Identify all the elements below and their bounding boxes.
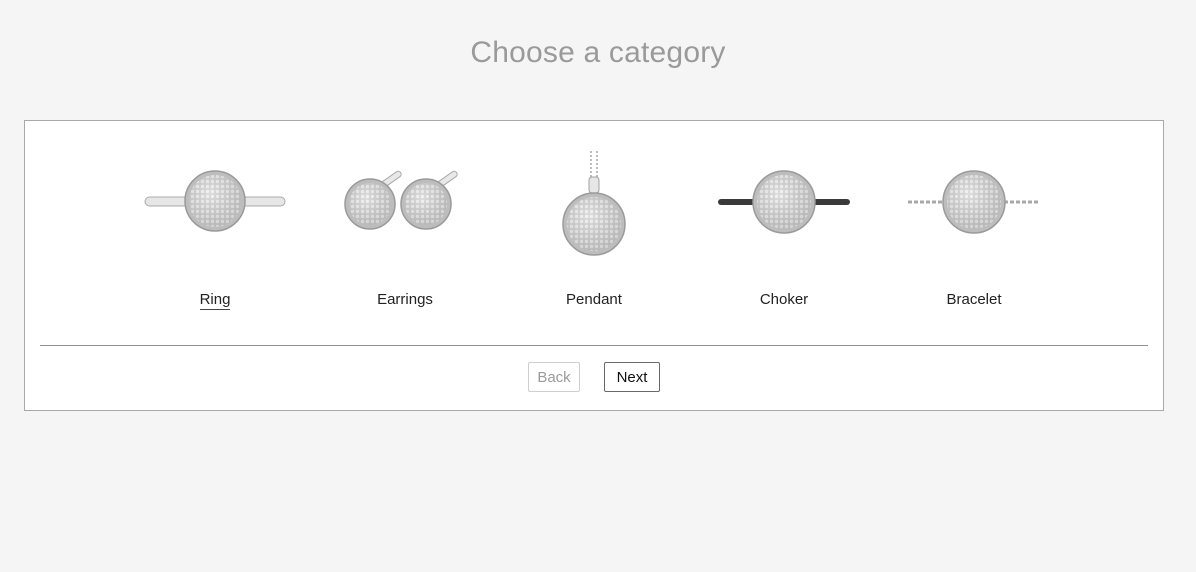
category-pendant[interactable]: Pendant: [514, 149, 674, 309]
category-panel: Ring Earrings Pendant Choker Bracelet Ba…: [24, 120, 1164, 411]
earrings-icon: [344, 170, 458, 230]
page: Choose a category Ring Earrings Pendant …: [0, 0, 1196, 572]
category-earrings[interactable]: Earrings: [325, 149, 485, 309]
page-title: Choose a category: [470, 36, 726, 69]
choker-icon: [718, 170, 850, 234]
divider: [40, 345, 1148, 346]
category-choker[interactable]: Choker: [704, 149, 864, 309]
pendant-icon: [562, 151, 626, 256]
ring-icon: [144, 170, 286, 232]
next-button[interactable]: Next: [604, 362, 660, 392]
category-label-choker: Choker: [759, 291, 809, 308]
category-label-earrings: Earrings: [377, 291, 433, 308]
back-button[interactable]: Back: [528, 362, 580, 392]
category-ring[interactable]: Ring: [135, 149, 295, 310]
category-label-ring: Ring: [199, 291, 231, 310]
category-bracelet[interactable]: Bracelet: [894, 149, 1054, 309]
category-label-pendant: Pendant: [566, 291, 622, 308]
bracelet-icon: [908, 170, 1040, 234]
category-label-bracelet: Bracelet: [946, 291, 1002, 308]
